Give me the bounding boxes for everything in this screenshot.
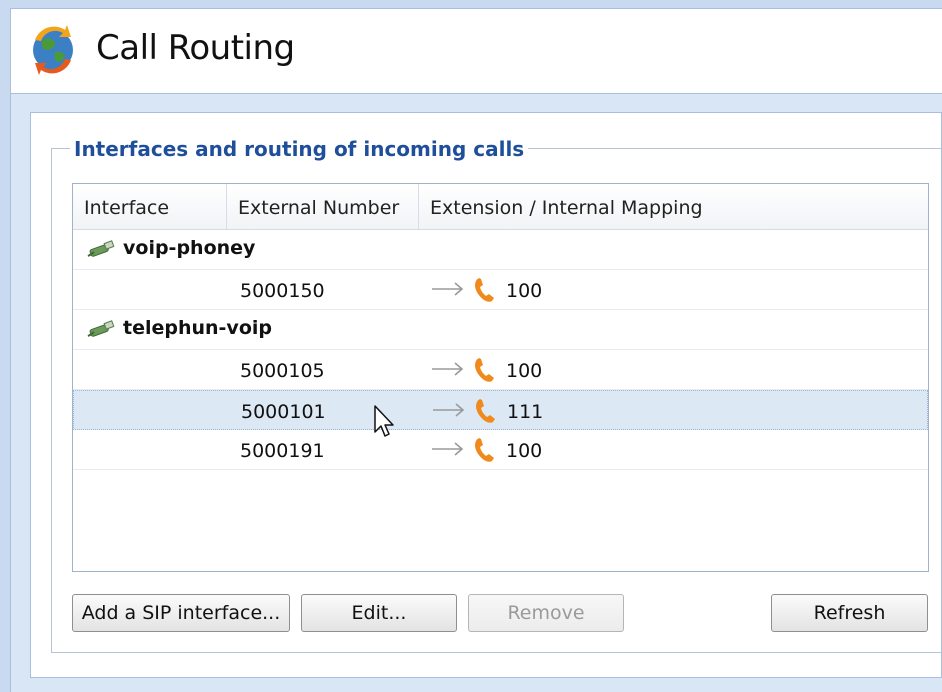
add-sip-interface-button[interactable]: Add a SIP interface... [72,594,290,632]
phone-icon [475,438,494,462]
phone-icon [475,278,494,302]
external-number: 5000150 [240,280,325,302]
arrow-right-icon [432,442,464,456]
routing-list[interactable]: Interface External Number Extension / In… [72,183,929,572]
column-header-mapping[interactable]: Extension / Internal Mapping [419,184,928,229]
table-row[interactable]: 5000191 100 [73,430,928,470]
remove-button[interactable]: Remove [468,594,624,632]
table-row[interactable]: 5000150 100 [73,270,928,310]
column-header-external-number[interactable]: External Number [227,184,419,229]
internal-extension: 100 [506,280,543,302]
external-number: 5000101 [241,401,326,423]
edit-button[interactable]: Edit... [301,594,457,632]
list-header: Interface External Number Extension / In… [73,184,928,230]
phone-icon [475,358,494,382]
internal-extension: 111 [507,401,544,423]
network-cable-icon [87,320,115,337]
arrow-right-icon [432,282,464,296]
arrow-right-icon [433,403,465,417]
interface-name: voip-phoney [123,237,256,259]
mouse-cursor-icon [374,405,394,437]
table-row[interactable]: 5000105 100 [73,350,928,390]
network-cable-icon [87,240,115,257]
column-header-interface[interactable]: Interface [73,184,227,229]
call-routing-globe-icon [33,25,73,75]
interface-row-telephun-voip[interactable]: telephun-voip [73,310,928,350]
phone-icon [476,399,495,423]
group-title: Interfaces and routing of incoming calls [70,137,529,161]
page-title: Call Routing [96,28,295,68]
arrow-right-icon [432,362,464,376]
internal-extension: 100 [506,440,543,462]
refresh-button[interactable]: Refresh [771,594,928,632]
external-number: 5000191 [240,440,325,462]
external-number: 5000105 [240,360,325,382]
table-row-selected[interactable]: 5000101 111 [73,390,928,430]
interface-name: telephun-voip [123,317,272,339]
interface-row-voip-phoney[interactable]: voip-phoney [73,230,928,270]
internal-extension: 100 [506,360,543,382]
